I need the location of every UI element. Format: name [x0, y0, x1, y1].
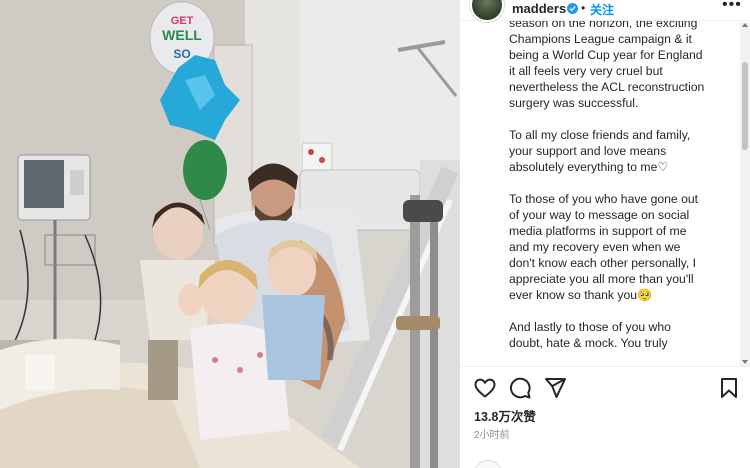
- caption-line: being a World Cup year for England: [509, 48, 703, 62]
- caption-line: absolutely everything to me♡: [509, 160, 669, 174]
- svg-text:GET: GET: [171, 15, 194, 27]
- caption-line: And lastly to those of you who: [509, 320, 671, 334]
- paper-plane-icon[interactable]: [543, 376, 567, 400]
- post-caption: season on the horizon, the exciting Cham…: [509, 21, 734, 366]
- username-link[interactable]: madders: [512, 1, 566, 16]
- actions-divider: [460, 366, 750, 367]
- caption-scrollbar[interactable]: [740, 22, 750, 366]
- separator-dot: •: [581, 1, 586, 15]
- caption-line: of your way to message on social: [509, 208, 690, 222]
- caption-line: nevertheless the ACL reconstruction: [509, 80, 705, 94]
- post-actions-bar: [460, 376, 750, 402]
- post-photo[interactable]: GET WELL SO: [0, 0, 460, 468]
- caption-line: surgery was successful.: [509, 96, 639, 110]
- caption-line: media platforms in support of me: [509, 224, 687, 238]
- bookmark-icon[interactable]: [717, 376, 741, 400]
- post-detail-panel: madders • 关注 ••• season on the horizon, …: [460, 0, 750, 468]
- caption-line: it all feels very very cruel but: [509, 64, 663, 78]
- heart-icon[interactable]: [473, 376, 497, 400]
- scroll-down-arrow-icon[interactable]: [742, 360, 748, 364]
- follow-button[interactable]: 关注: [590, 1, 614, 18]
- comment-icon[interactable]: [508, 376, 532, 400]
- caption-line: ever know so thank you🥺: [509, 288, 653, 302]
- caption-line: To all my close friends and family,: [509, 128, 691, 142]
- caption-line: appreciate you all more than you'll: [509, 272, 694, 286]
- caption-line: and my recovery even when we: [509, 240, 681, 254]
- caption-line: season on the horizon, the exciting: [509, 21, 698, 30]
- caption-line: Champions League campaign & it: [509, 32, 692, 46]
- post-header: madders • 关注 •••: [460, 0, 750, 22]
- caption-line: your support and love means: [509, 144, 667, 158]
- like-count[interactable]: 13.8万次赞: [474, 406, 536, 425]
- caption-line: doubt, hate & mock. You truly: [509, 336, 668, 350]
- hospital-family-photo: GET WELL SO: [0, 0, 460, 468]
- verified-badge-icon: [567, 3, 578, 14]
- commenter-avatar: [474, 460, 502, 468]
- svg-text:WELL: WELL: [162, 27, 202, 43]
- scroll-thumb[interactable]: [742, 62, 748, 150]
- svg-text:SO: SO: [173, 47, 190, 61]
- scroll-up-arrow-icon[interactable]: [742, 23, 748, 27]
- caption-line: To those of you who have gone out: [509, 192, 699, 206]
- post-timestamp[interactable]: 2小时前: [474, 426, 510, 441]
- avatar[interactable]: [470, 0, 504, 22]
- more-options-icon[interactable]: •••: [722, 0, 742, 14]
- caption-line: don't know each other personally, I: [509, 256, 697, 270]
